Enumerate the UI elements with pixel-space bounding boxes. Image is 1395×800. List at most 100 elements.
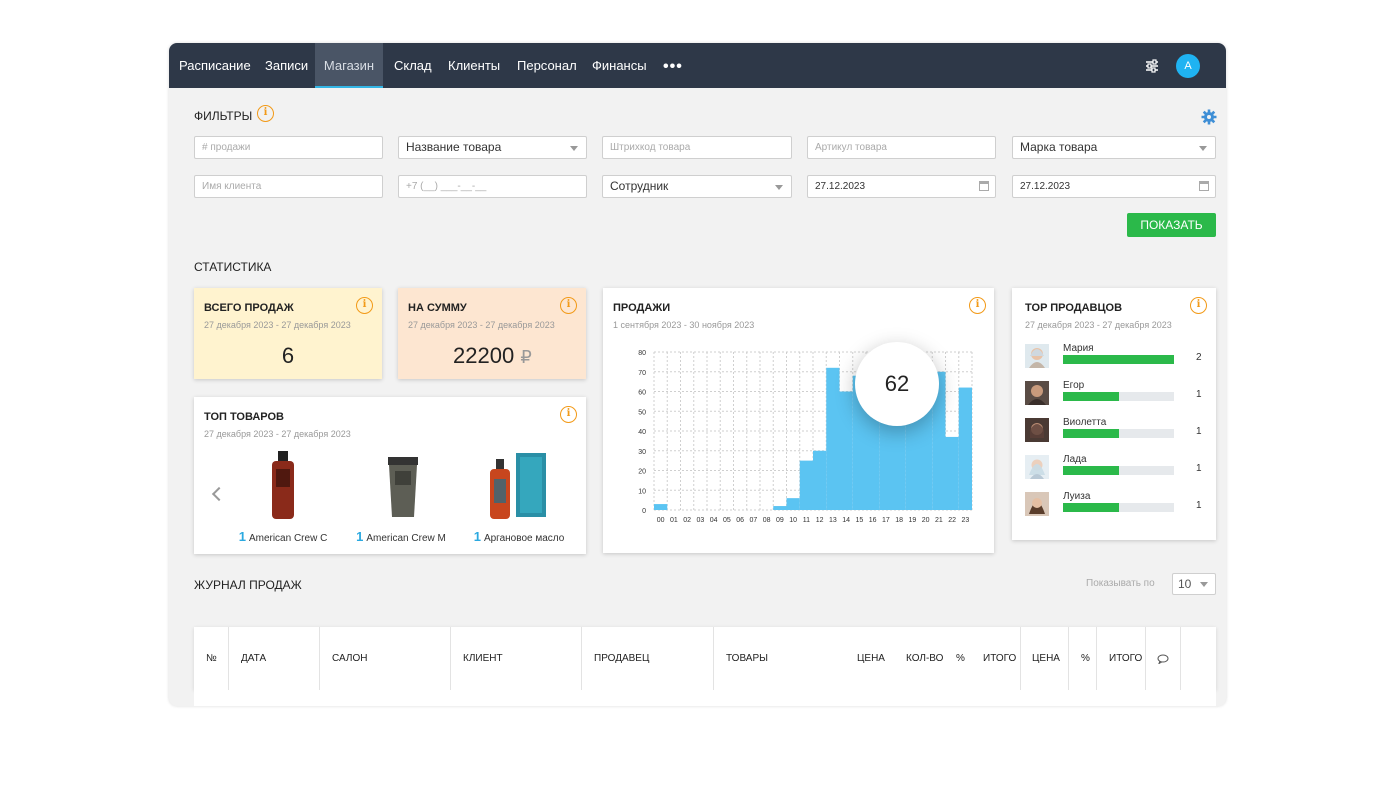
product-item[interactable]: 1 American Crew M — [342, 449, 460, 549]
seller-row[interactable]: Мария 2 — [1025, 343, 1205, 374]
chart-bar — [786, 498, 800, 510]
info-icon[interactable]: i — [560, 297, 577, 314]
seller-bar-track — [1063, 429, 1174, 438]
x-tick-label: 18 — [895, 517, 903, 524]
seller-bar — [1063, 429, 1119, 438]
product-qty: 1 — [356, 529, 364, 544]
nav-item-warehouse[interactable]: Склад — [394, 43, 432, 88]
brand-select[interactable]: Марка товара — [1012, 136, 1216, 159]
x-tick-label: 12 — [816, 517, 824, 524]
chart-bar — [813, 450, 827, 510]
seller-bar-track — [1063, 503, 1174, 512]
column-divider — [1068, 627, 1069, 690]
comment-icon[interactable] — [1157, 654, 1169, 664]
stats-title: СТАТИСТИКА — [194, 260, 272, 274]
per-page-label: Показывать по — [1086, 578, 1155, 589]
chart-bar — [945, 436, 959, 510]
column-header[interactable]: КОЛ-ВО — [906, 627, 944, 690]
chart-bar — [654, 504, 668, 510]
user-avatar[interactable]: A — [1176, 54, 1200, 78]
app-window: Расписание Записи Магазин Склад Клиенты … — [169, 43, 1226, 706]
x-tick-label: 17 — [882, 517, 890, 524]
seller-avatar — [1025, 492, 1049, 516]
x-tick-label: 13 — [829, 517, 837, 524]
calendar-icon — [979, 181, 989, 191]
seller-row[interactable]: Лада 1 — [1025, 454, 1205, 485]
date-to-input[interactable]: 27.12.2023 — [1012, 175, 1216, 198]
sum-value: 22200 ₽ — [453, 343, 532, 369]
sales-table-header: № ДАТА САЛОН КЛИЕНТ ПРОДАВЕЦ ТОВАРЫ ЦЕНА… — [194, 627, 1216, 690]
product-name-select[interactable]: Название товара — [398, 136, 587, 159]
column-header[interactable]: ЦЕНА — [1032, 627, 1060, 690]
article-input[interactable]: Артикул товара — [807, 136, 996, 159]
column-divider — [1020, 627, 1021, 690]
sale-number-input[interactable]: # продажи — [194, 136, 383, 159]
more-menu-icon[interactable]: ••• — [663, 58, 683, 76]
nav-item-records[interactable]: Записи — [265, 43, 308, 88]
nav-item-staff[interactable]: Персонал — [517, 43, 577, 88]
date-from-input[interactable]: 27.12.2023 — [807, 175, 996, 198]
column-header[interactable]: ИТОГО — [983, 627, 1016, 690]
product-name: American Crew M — [366, 533, 446, 544]
gear-icon[interactable] — [1201, 109, 1217, 125]
column-header[interactable]: № — [206, 627, 217, 690]
seller-count: 2 — [1196, 352, 1202, 363]
x-tick-label: 15 — [855, 517, 863, 524]
column-divider — [319, 627, 320, 690]
product-label: 1 Аргановое масло — [460, 529, 578, 544]
seller-count: 1 — [1196, 500, 1202, 511]
info-icon[interactable]: i — [257, 105, 274, 122]
column-header[interactable]: ПРОДАВЕЦ — [594, 627, 649, 690]
y-tick-label: 30 — [638, 449, 646, 456]
per-page-select[interactable]: 10 — [1172, 573, 1216, 595]
nav-item-clients[interactable]: Клиенты — [448, 43, 500, 88]
shampoo-bottle-icon — [272, 451, 294, 519]
y-tick-label: 10 — [638, 488, 646, 495]
sales-chart: 0 10 20 30 40 50 60 70 80 00 01 02 03 04 05 06 07 08 09 10 1… — [638, 350, 973, 524]
seller-row[interactable]: Луиза 1 — [1025, 491, 1205, 522]
top-nav: Расписание Записи Магазин Склад Клиенты … — [169, 43, 1226, 88]
employee-select[interactable]: Сотрудник — [602, 175, 792, 198]
card-period: 27 декабря 2023 - 27 декабря 2023 — [204, 320, 351, 330]
seller-avatar — [1025, 455, 1049, 479]
x-tick-label: 11 — [803, 517, 810, 524]
product-item[interactable]: 1 Аргановое масло — [460, 449, 578, 549]
product-label: 1 American Crew C — [224, 529, 342, 544]
x-tick-label: 22 — [948, 517, 956, 524]
column-header[interactable]: % — [1081, 627, 1090, 690]
info-icon[interactable]: i — [1190, 297, 1207, 314]
seller-name: Виолетта — [1063, 417, 1107, 428]
seller-avatar — [1025, 418, 1049, 442]
seller-name: Луиза — [1063, 491, 1091, 502]
seller-count: 1 — [1196, 389, 1202, 400]
product-item[interactable]: 1 American Crew C — [224, 449, 342, 549]
product-qty: 1 — [473, 529, 481, 544]
info-icon[interactable]: i — [560, 406, 577, 423]
column-header[interactable]: САЛОН — [332, 627, 367, 690]
show-button[interactable]: ПОКАЗАТЬ — [1127, 213, 1216, 237]
barcode-input[interactable]: Штрихкод товара — [602, 136, 792, 159]
column-header[interactable]: ЦЕНА — [857, 627, 885, 690]
column-header[interactable]: % — [956, 627, 965, 690]
info-icon[interactable]: i — [356, 297, 373, 314]
column-header[interactable]: КЛИЕНТ — [463, 627, 503, 690]
nav-item-finance[interactable]: Финансы — [592, 43, 647, 88]
total-sales-card: ВСЕГО ПРОДАЖ 27 декабря 2023 - 27 декабр… — [194, 288, 382, 379]
seller-bar — [1063, 466, 1119, 475]
sliders-icon[interactable] — [1144, 58, 1160, 74]
column-header[interactable]: ТОВАРЫ — [726, 627, 768, 690]
client-name-input[interactable]: Имя клиента — [194, 175, 383, 198]
nav-item-schedule[interactable]: Расписание — [179, 43, 251, 88]
x-tick-label: 07 — [749, 517, 757, 524]
seller-row[interactable]: Виолетта 1 — [1025, 417, 1205, 448]
phone-input[interactable]: +7 (__) ___-__-__ — [398, 175, 587, 198]
x-tick-label: 23 — [961, 517, 969, 524]
seller-count: 1 — [1196, 426, 1202, 437]
seller-name: Мария — [1063, 343, 1094, 354]
x-tick-label: 21 — [935, 517, 943, 524]
seller-row[interactable]: Егор 1 — [1025, 380, 1205, 411]
column-header[interactable]: ИТОГО — [1109, 627, 1142, 690]
nav-item-shop[interactable]: Магазин — [315, 43, 383, 88]
column-header[interactable]: ДАТА — [241, 627, 266, 690]
calendar-icon — [1199, 181, 1209, 191]
